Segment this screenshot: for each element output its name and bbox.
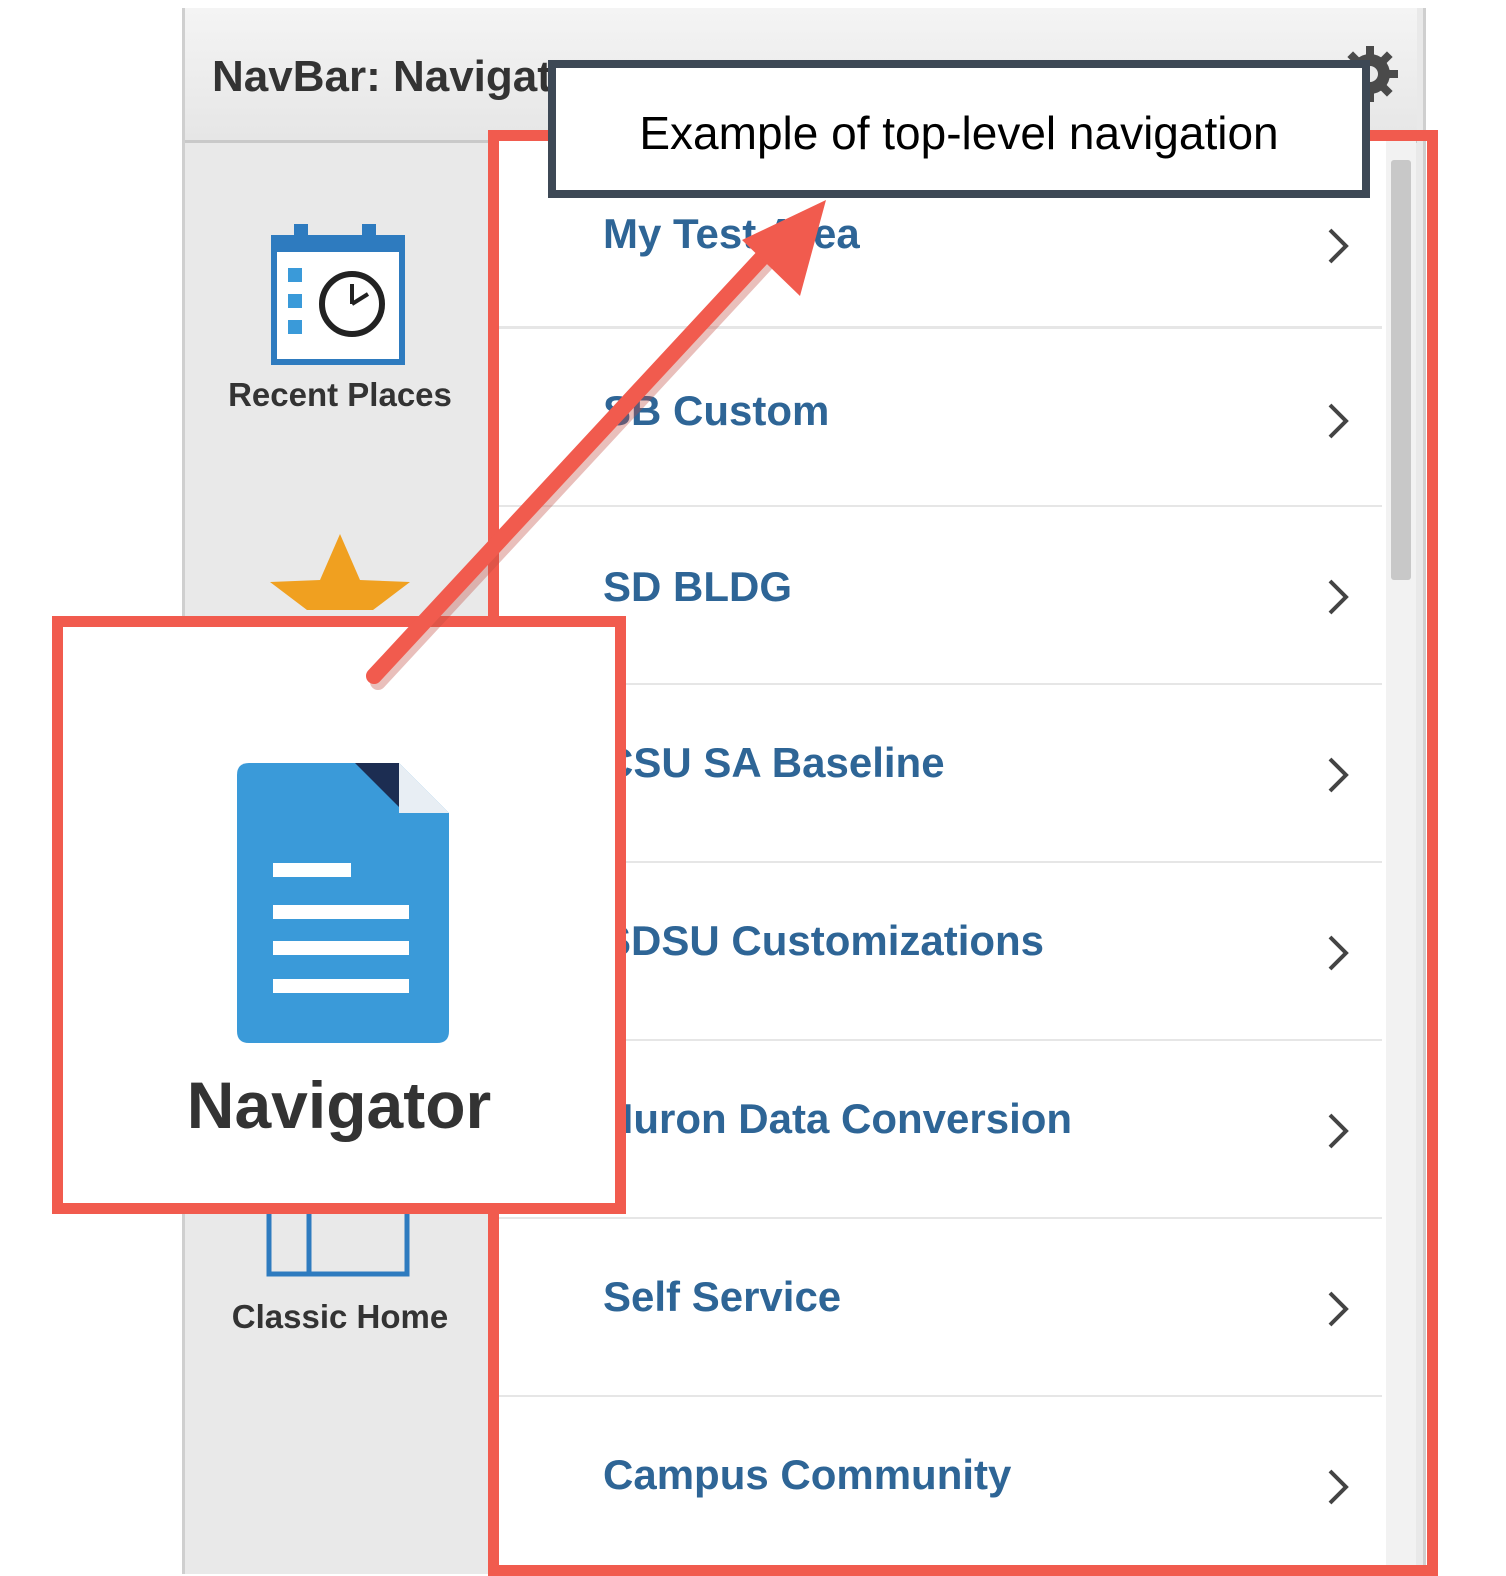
highlight-box-menu xyxy=(488,130,1438,1576)
navigator-highlight-box[interactable]: Navigator xyxy=(52,616,626,1214)
callout-text: Example of top-level navigation xyxy=(639,107,1279,159)
sidebar-label-recent-places: Recent Places xyxy=(228,376,452,413)
star-icon xyxy=(270,534,410,610)
sidebar-label-classic-home: Classic Home xyxy=(231,1298,449,1335)
sidebar-item-classic-home[interactable]: Classic Home xyxy=(185,1200,495,1350)
calendar-clock-icon xyxy=(271,224,405,365)
page-title: NavBar: Navigator xyxy=(212,52,552,101)
sidebar-item-favorites[interactable] xyxy=(185,530,495,620)
navigator-label: Navigator xyxy=(186,1068,492,1142)
callout-box: Example of top-level navigation xyxy=(548,60,1370,198)
sidebar-item-recent-places[interactable]: Recent Places xyxy=(185,210,495,430)
document-icon xyxy=(237,763,449,1043)
